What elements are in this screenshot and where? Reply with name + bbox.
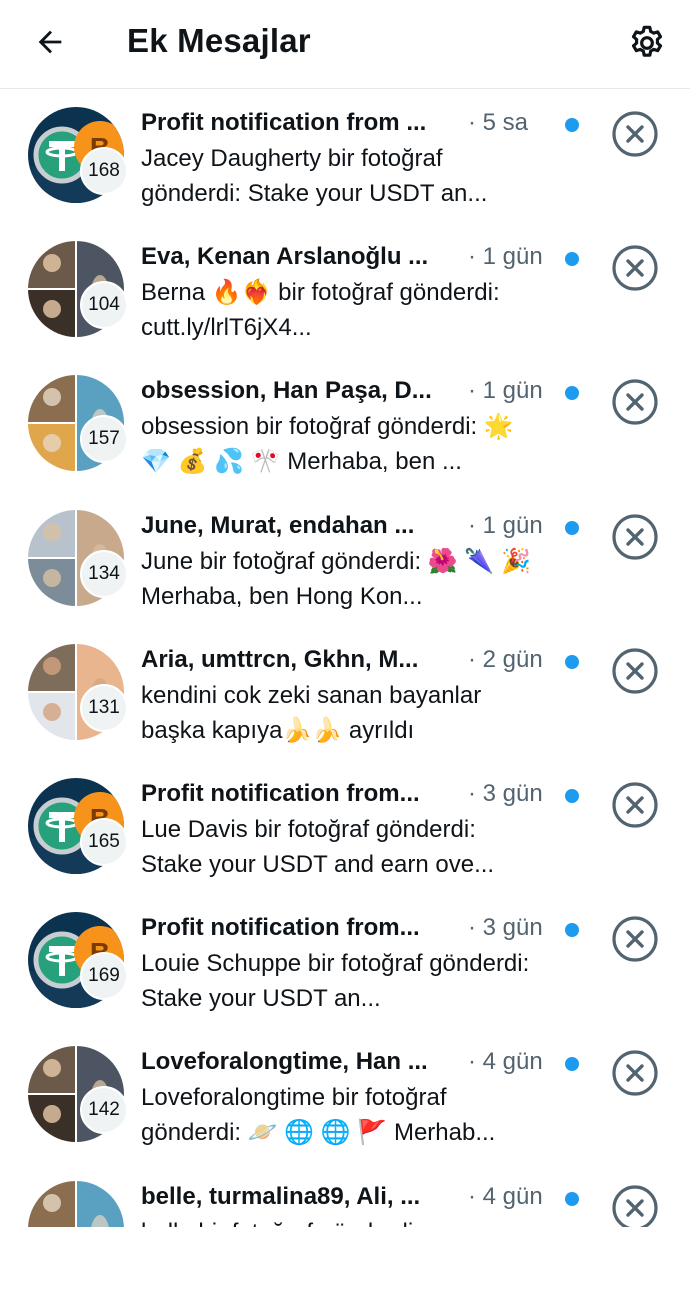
conversation-time: · 2 gün: [468, 645, 543, 673]
unread-dot: [565, 923, 579, 938]
group-avatar[interactable]: [28, 1180, 124, 1227]
close-circle-icon: [612, 1050, 658, 1096]
conversation-row[interactable]: 104 Eva, Kenan Arslanoğlu ... · 1 gün Berna…: [0, 223, 690, 357]
dismiss-button[interactable]: [611, 1049, 659, 1097]
conversation-row[interactable]: B168Profit notification from ...· 5 saJa…: [0, 89, 690, 223]
dismiss-button[interactable]: [611, 647, 659, 695]
unread-dot: [565, 252, 579, 267]
conversation-row[interactable]: B165Profit notification from...· 3 günLu…: [0, 760, 690, 894]
conversation-row[interactable]: 134 June, Murat, endahan ... · 1 gün June b…: [0, 492, 690, 626]
participant-count-badge: 131: [80, 683, 128, 732]
conversation-name: Profit notification from...: [141, 914, 420, 942]
conversation-name: Aria, umttrcn, Gkhn, M...: [141, 645, 419, 673]
message-preview: belle bir fotoğraf gönderdi:: [141, 1215, 541, 1228]
conversation-name: Eva, Kenan Arslanoğlu ...: [141, 243, 429, 271]
participant-count-badge: 168: [80, 147, 128, 195]
message-preview: kendini cok zeki sanan bayanlar başka ka…: [141, 681, 482, 744]
dismiss-button[interactable]: [611, 513, 659, 561]
dismiss-button[interactable]: [611, 915, 659, 963]
unread-dot: [565, 1057, 579, 1072]
unread-dot: [565, 1191, 579, 1206]
conversation-name: Profit notification from ...: [141, 109, 427, 136]
message-preview: Louie Schuppe bir fotoğraf gönderdi: Sta…: [141, 950, 530, 1013]
conversation-name: obsession, Han Paşa, D...: [141, 377, 432, 405]
top-app-bar: Ek Mesajlar: [0, 0, 690, 89]
conversation-time: · 4 gün: [468, 1048, 543, 1076]
participant-count-badge: 134: [80, 549, 128, 598]
conversation-row[interactable]: 157 obsession, Han Paşa, D... · 1 gün obses…: [0, 357, 690, 491]
participant-count-badge: 169: [80, 952, 128, 1001]
conversation-time: · 1 gün: [468, 243, 543, 271]
conversation-time: · 3 gün: [468, 779, 543, 807]
close-circle-icon: [612, 916, 658, 962]
message-preview: obsession bir fotoğraf gönderdi: 🌟 💎 💰 💦…: [141, 413, 514, 476]
settings-button[interactable]: [622, 18, 672, 68]
dismiss-button[interactable]: [611, 378, 659, 426]
participant-count-badge: 142: [80, 1086, 128, 1135]
conversation-name: belle, turmalina89, Ali, ...: [141, 1182, 421, 1210]
conversation-row[interactable]: 131 Aria, umttrcn, Gkhn, M... · 2 gün kendi…: [0, 626, 690, 760]
close-circle-icon: [612, 782, 658, 828]
conversation-name: Profit notification from...: [141, 779, 420, 807]
back-button[interactable]: [28, 20, 72, 64]
bottom-blank-area: [0, 1227, 690, 1310]
message-preview: Loveforalongtime bir fotoğraf gönderdi: …: [141, 1084, 496, 1147]
conversation-row[interactable]: B169Profit notification from...· 3 günLo…: [0, 894, 690, 1028]
arrow-left-icon: [38, 30, 62, 54]
conversation-time: · 1 gün: [468, 511, 543, 539]
participant-count-badge: 157: [80, 415, 128, 464]
close-circle-icon: [612, 245, 658, 291]
conversation-row[interactable]: belle, turmalina89, Ali, ... · 4 gün belle…: [0, 1163, 690, 1228]
unread-dot: [565, 520, 579, 535]
dismiss-button[interactable]: [611, 244, 659, 292]
conversation-row[interactable]: 142 Loveforalongtime, Han ... · 4 gün Lovef…: [0, 1028, 690, 1162]
dismiss-button[interactable]: [611, 781, 659, 829]
dismiss-button[interactable]: [611, 110, 659, 158]
message-preview: Lue Davis bir fotoğraf gönderdi: Stake y…: [141, 815, 495, 878]
gear-icon: [631, 25, 663, 57]
conversation-name: June, Murat, endahan ...: [141, 511, 415, 539]
conversation-list: B168Profit notification from ...· 5 saJa…: [0, 89, 690, 1227]
close-circle-icon: [612, 648, 658, 694]
conversation-time: · 4 gün: [468, 1182, 543, 1210]
unread-dot: [565, 118, 579, 132]
participant-count-badge: 104: [80, 281, 128, 330]
conversation-name: Loveforalongtime, Han ...: [141, 1048, 428, 1076]
conversation-time: · 5 sa: [468, 109, 529, 136]
conversation-time: · 1 gün: [468, 377, 543, 405]
participant-count-badge: 165: [80, 817, 128, 866]
message-preview: Jacey Daugherty bir fotoğraf gönderdi: S…: [141, 145, 488, 207]
unread-dot: [565, 788, 579, 803]
close-circle-icon: [612, 111, 658, 157]
unread-dot: [565, 386, 579, 401]
conversation-time: · 3 gün: [468, 914, 543, 942]
close-circle-icon: [612, 1184, 658, 1227]
page-title: Ek Mesajlar: [127, 22, 311, 59]
unread-dot: [565, 654, 579, 669]
dismiss-button[interactable]: [611, 1184, 659, 1227]
message-preview: Berna 🔥❤️‍🔥 bir fotoğraf gönderdi: cutt.…: [141, 279, 500, 342]
close-circle-icon: [612, 379, 658, 425]
close-circle-icon: [612, 513, 658, 560]
message-preview: June bir fotoğraf gönderdi: 🌺 🌂 🎉 Merhab…: [141, 547, 531, 610]
